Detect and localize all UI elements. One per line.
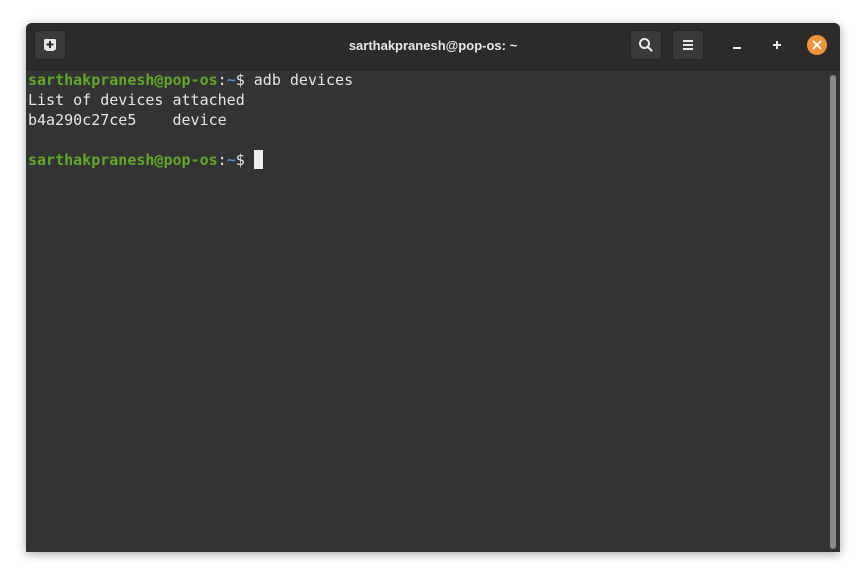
terminal-window: sarthakpranesh@pop-os: ~ sarthakpranesh@… — [26, 23, 840, 552]
prompt-line: sarthakpranesh@pop-os:~$ — [28, 150, 263, 170]
minimize-button[interactable] — [727, 35, 747, 55]
prompt-colon: : — [217, 71, 227, 89]
output-line: b4a290c27ce5 device — [28, 111, 227, 129]
prompt-line: sarthakpranesh@pop-os:~$ adb devices — [28, 70, 353, 90]
maximize-icon — [773, 41, 781, 49]
search-button[interactable] — [630, 30, 662, 60]
prompt-dollar: $ — [235, 71, 254, 89]
minimize-icon — [733, 47, 741, 49]
terminal-output[interactable]: sarthakpranesh@pop-os:~$ adb devices Lis… — [26, 70, 826, 552]
prompt-user-host: sarthakpranesh@pop-os — [28, 71, 218, 89]
menu-button[interactable] — [672, 30, 704, 60]
title-bar[interactable]: sarthakpranesh@pop-os: ~ — [26, 23, 840, 70]
prompt-user-host: sarthakpranesh@pop-os — [28, 151, 218, 169]
vertical-scrollbar[interactable] — [830, 75, 836, 549]
close-button[interactable] — [807, 35, 827, 55]
prompt-path: ~ — [226, 71, 236, 89]
prompt-path: ~ — [226, 151, 236, 169]
prompt-dollar: $ — [235, 151, 254, 169]
output-line: List of devices attached — [28, 91, 245, 109]
hamburger-menu-icon — [683, 40, 693, 50]
command-text: adb devices — [253, 71, 354, 89]
prompt-colon: : — [217, 151, 227, 169]
close-icon — [812, 40, 822, 50]
search-icon — [639, 38, 653, 52]
maximize-button[interactable] — [767, 35, 787, 55]
window-title: sarthakpranesh@pop-os: ~ — [348, 38, 518, 53]
text-cursor — [253, 150, 263, 169]
